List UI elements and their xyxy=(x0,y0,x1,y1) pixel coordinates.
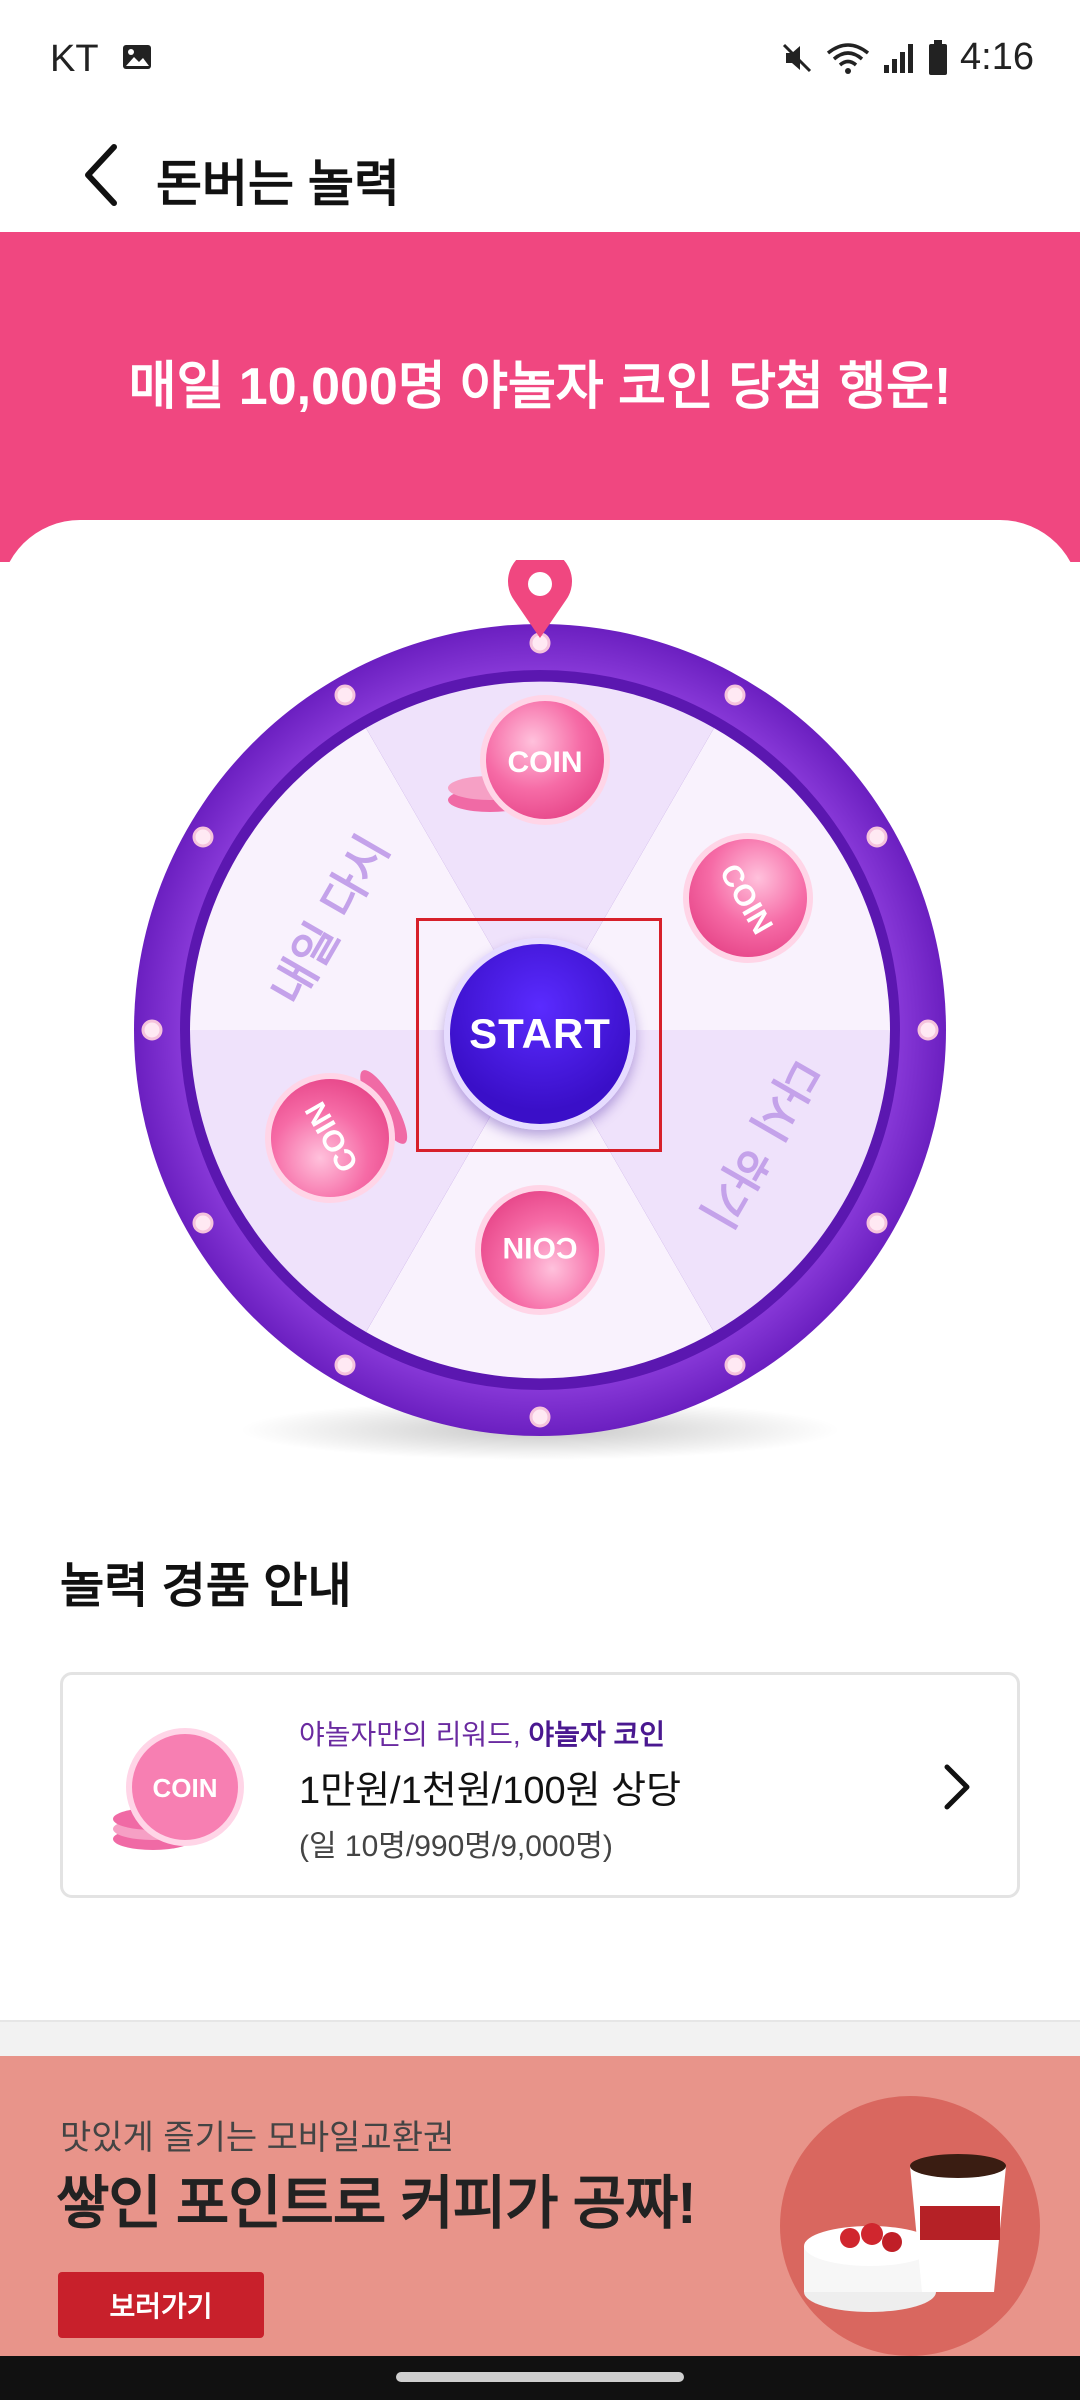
battery-icon xyxy=(929,39,948,75)
coin-top-label: COIN xyxy=(508,746,583,779)
prize-section-title: 놀력 경품 안내 xyxy=(60,1560,352,1613)
signal-icon xyxy=(884,43,914,73)
prize-amount: 1만원/1천원/100원 상당 xyxy=(299,1770,682,1812)
prize-card[interactable]: COIN 야놀자만의 리워드, 야놀자 코인 1만원/1천원/100원 상당 (… xyxy=(60,1672,1020,1898)
clock: 4:16 xyxy=(960,36,1034,78)
hero-banner: 매일 10,000명 야놀자 코인 당첨 행운! xyxy=(0,232,1080,562)
image-notification-icon xyxy=(123,45,151,69)
wifi-icon xyxy=(826,42,870,74)
ad-subtitle: 맛있게 즐기는 모바일교환권 xyxy=(60,2119,455,2157)
system-nav-bar xyxy=(0,2356,1080,2400)
back-arrow-icon xyxy=(85,144,117,206)
chevron-right-icon xyxy=(944,1764,970,1810)
home-gesture-handle[interactable] xyxy=(396,2372,684,2382)
ad-banner[interactable]: 맛있게 즐기는 모바일교환권 쌓인 포인트로 커피가 공짜! 보러가기 xyxy=(0,2056,1080,2356)
section-divider xyxy=(0,2020,1080,2058)
coin-stack-icon: COIN xyxy=(113,1728,244,1850)
hero-headline: 매일 10,000명 야놀자 코인 당첨 행운! xyxy=(128,358,952,416)
app-bar: 돈버는 놀력 xyxy=(0,120,1080,232)
coffee-cake-image xyxy=(780,2096,1040,2356)
ad-title: 쌓인 포인트로 커피가 공짜! xyxy=(56,2171,697,2236)
coin-bottom-icon: COIN xyxy=(475,1185,605,1315)
ad-view-button[interactable]: 보러가기 xyxy=(58,2272,264,2338)
start-button[interactable]: START xyxy=(444,938,636,1130)
mute-icon xyxy=(782,43,812,72)
prize-subtitle: 야놀자만의 리워드, 야놀자 코인 xyxy=(299,1713,665,1753)
status-bar: KT 4:16 xyxy=(0,0,1080,120)
back-button[interactable] xyxy=(60,130,140,220)
carrier-label: KT xyxy=(50,38,99,80)
status-icons: 4:16 xyxy=(780,36,1034,79)
coin-bottom-label: COIN xyxy=(503,1231,578,1264)
coin-stack-label: COIN xyxy=(153,1773,218,1803)
prize-winner-count: (일 10명/990명/9,000명) xyxy=(299,1830,613,1863)
prize-subtitle-prefix: 야놀자만의 리워드, xyxy=(299,1719,521,1750)
page-title: 돈버는 놀력 xyxy=(156,156,400,212)
prize-subtitle-highlight: 야놀자 코인 xyxy=(528,1719,666,1750)
